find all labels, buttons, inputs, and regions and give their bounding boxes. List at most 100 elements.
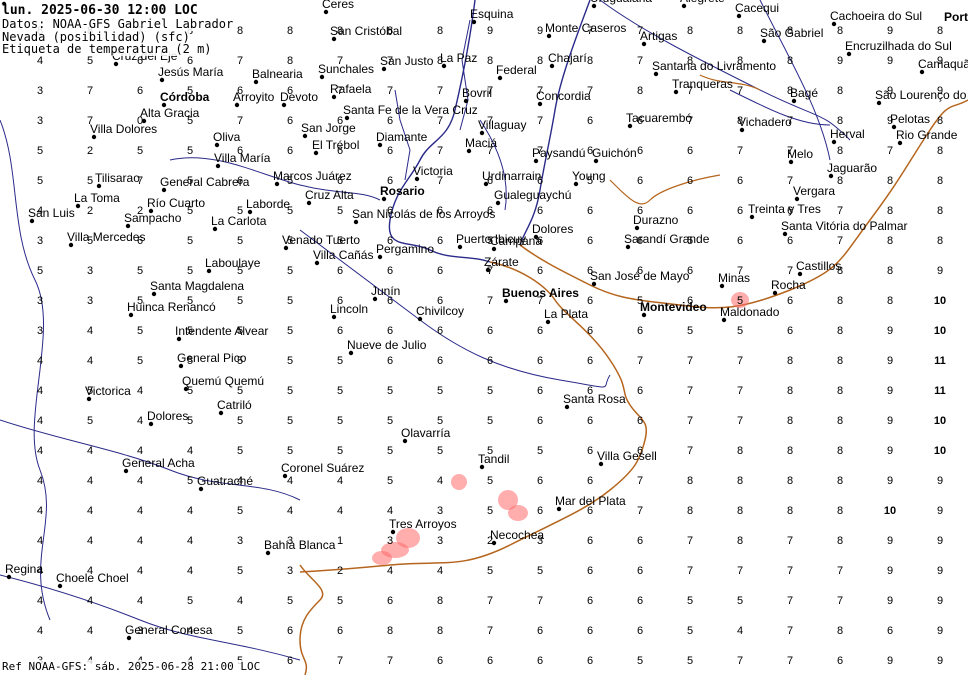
city-label: Venado Tuerto (282, 233, 360, 247)
temperature-value: 5 (287, 445, 293, 457)
city-label: Huinca Renancó (127, 300, 216, 314)
temperature-value: 6 (637, 385, 643, 397)
city-marker: Villa Mercedes (67, 230, 145, 248)
cities-layer: Ceres Esquina Uruguaiana Alegrete Cacequi Cac… (0, 0, 968, 641)
temperature-value: 6 (537, 655, 543, 667)
city-marker: Vichadero (738, 115, 792, 133)
city-label: San Luis (28, 206, 75, 220)
city-marker: Cruz Alta (305, 188, 354, 206)
temperature-value: 6 (387, 145, 393, 157)
temperature-value: 8 (887, 205, 893, 217)
temperature-value: 8 (837, 175, 843, 187)
city-marker: Jesús María (158, 65, 224, 83)
city-marker: Villa Dolores (90, 122, 157, 140)
temperature-value: 5 (137, 145, 143, 157)
temperature-value: 5 (37, 265, 43, 277)
temperature-value: 3 (237, 535, 243, 547)
temperature-value: 5 (87, 415, 93, 427)
temperature-value: 5 (237, 505, 243, 517)
temperature-value: 11 (934, 385, 946, 397)
temperature-value: 8 (787, 355, 793, 367)
temperature-value: 6 (537, 385, 543, 397)
temperature-value: 8 (487, 55, 493, 67)
city-label: Rocha (771, 278, 806, 292)
temperature-value: 6 (587, 235, 593, 247)
temperature-value: 4 (137, 505, 143, 517)
temperature-value: 4 (37, 355, 43, 367)
city-label: Victoria (413, 164, 453, 178)
temperature-value: 11 (934, 355, 946, 367)
city-marker: San Nicolás de los Arroyos (352, 207, 495, 225)
temperature-value: 8 (687, 475, 693, 487)
temperature-value: 6 (437, 265, 443, 277)
city-marker: Tilisarao (95, 171, 140, 189)
temperature-value: 7 (737, 385, 743, 397)
temperature-value: 8 (787, 385, 793, 397)
temperature-value: 7 (737, 655, 743, 667)
temperature-value: 5 (237, 445, 243, 457)
temperature-value: 4 (87, 625, 93, 637)
temperature-value: 10 (884, 505, 896, 517)
city-label: Urdinarrain (482, 169, 541, 183)
city-marker: Laboulaye (205, 256, 261, 274)
city-label: Córdoba (160, 90, 210, 104)
city-marker: Camaquã (918, 57, 968, 75)
city-marker: Laborde (246, 197, 290, 215)
temperature-value: 10 (934, 445, 946, 457)
city-marker: Chivilcoy (416, 304, 464, 322)
city-label: Rosario (380, 184, 425, 198)
city-label: Alta Gracia (140, 106, 200, 120)
temperature-value: 6 (337, 625, 343, 637)
city-label: El Trébol (312, 138, 359, 152)
temperature-value: 9 (937, 535, 943, 547)
city-marker: Paysandú (532, 146, 585, 164)
temperature-value: 7 (637, 505, 643, 517)
temperature-value: 5 (187, 475, 193, 487)
city-label: Regina (5, 562, 43, 576)
temperature-value: 9 (937, 265, 943, 277)
city-label: Encruzilhada do Sul (845, 39, 952, 53)
temperature-value: 8 (837, 475, 843, 487)
temperature-value: 8 (787, 505, 793, 517)
city-marker: Santa Rosa (563, 392, 626, 410)
temperature-value: 6 (687, 205, 693, 217)
city-marker: Ceres (322, 0, 354, 15)
city-label: La Carlota (211, 214, 267, 228)
temperature-value: 6 (537, 415, 543, 427)
temperature-value: 4 (37, 535, 43, 547)
temperature-value: 5 (187, 595, 193, 607)
temperature-value: 7 (787, 265, 793, 277)
city-label: Balnearia (252, 67, 303, 81)
city-marker: San Justo (380, 54, 434, 72)
city-label: Treinta y Tres (748, 202, 821, 216)
temperature-value: 8 (937, 25, 943, 37)
city-marker: Bagé (790, 86, 818, 104)
city-label: Jaguarão (827, 161, 877, 175)
temperature-value: 8 (837, 115, 843, 127)
temperature-value: 8 (837, 295, 843, 307)
city-marker: Tandil (478, 452, 509, 470)
city-label: Guatraché (197, 474, 253, 488)
temperature-value: 5 (87, 175, 93, 187)
temperature-value: 4 (37, 475, 43, 487)
city-marker: General Acha (122, 456, 195, 474)
city-label: Sarandí Grande (624, 232, 710, 246)
temperature-value: 6 (637, 325, 643, 337)
city-label: San Justo (380, 54, 434, 68)
temperature-value: 4 (337, 475, 343, 487)
temperature-value: 9 (887, 565, 893, 577)
temperature-value: 6 (287, 655, 293, 667)
temperature-value: 8 (837, 445, 843, 457)
city-label: Chajarí (548, 51, 587, 65)
city-marker: Herval (830, 127, 865, 145)
temperature-value: 5 (337, 445, 343, 457)
temperature-value: 5 (337, 205, 343, 217)
temperature-value: 6 (637, 565, 643, 577)
snow-area (508, 505, 528, 521)
temperature-value: 8 (937, 145, 943, 157)
city-label: Olavarría (401, 426, 451, 440)
city-label: Alegrete (680, 0, 725, 5)
city-label: Santa Magdalena (150, 279, 244, 293)
city-label: Marcos Juárez (273, 169, 352, 183)
city-label: Rafaela (330, 82, 372, 96)
